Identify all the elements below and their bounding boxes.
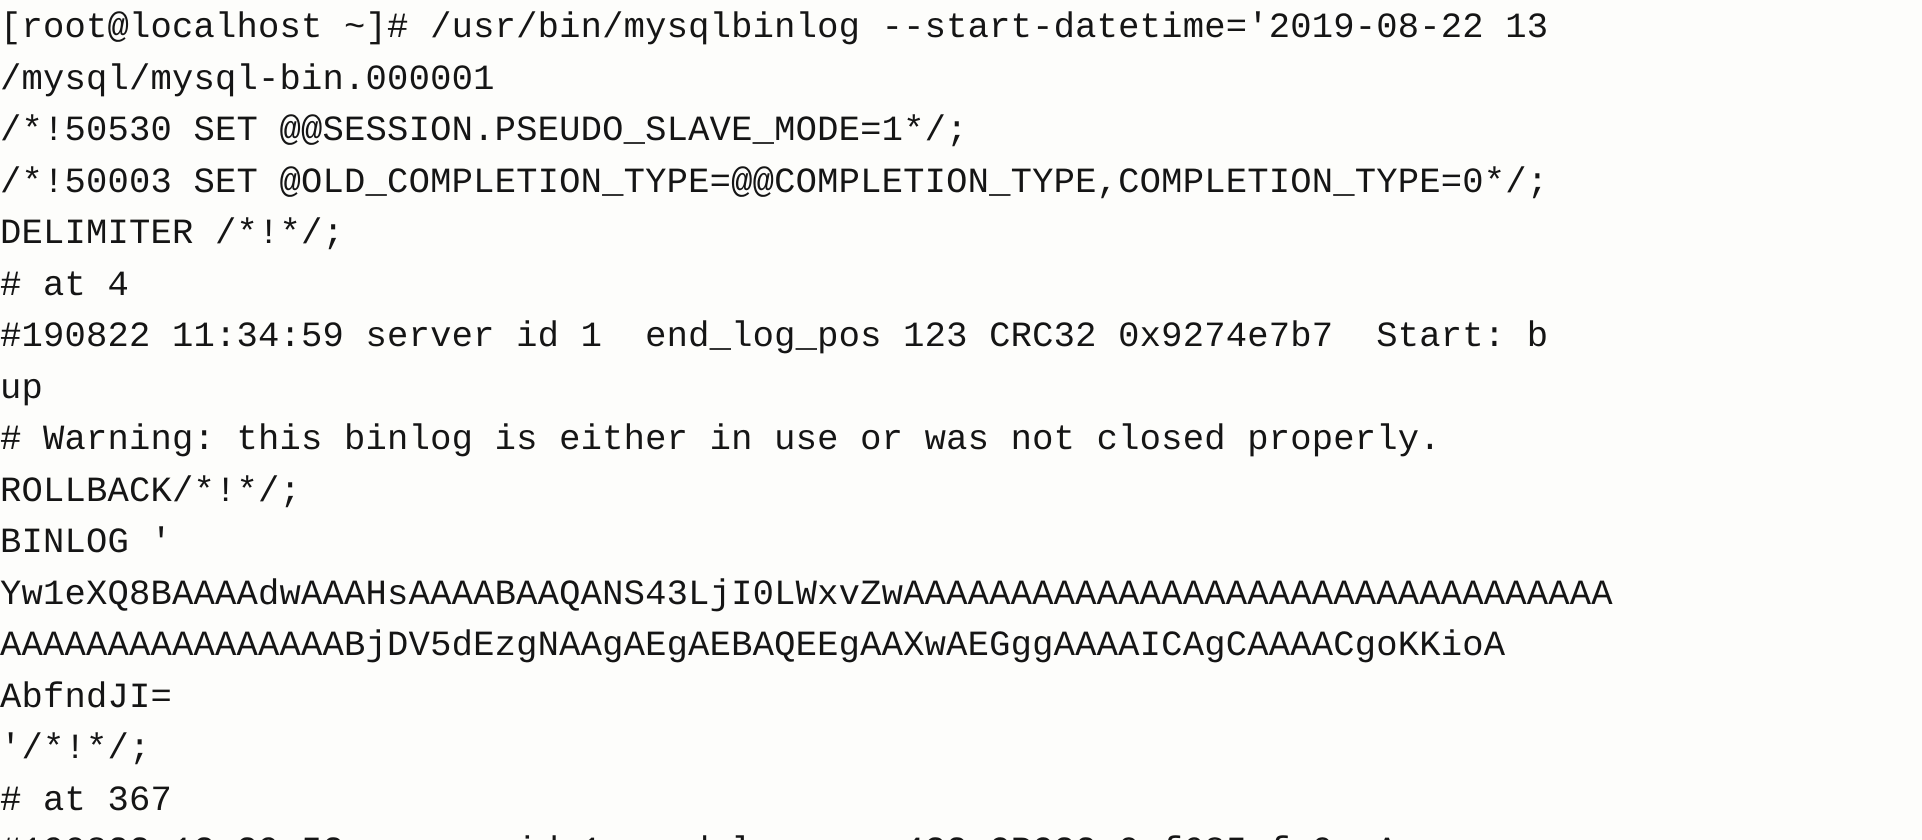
terminal-line: [root@localhost ~]# /usr/bin/mysqlbinlog… — [0, 7, 1549, 48]
terminal-line: BINLOG ' — [0, 522, 173, 563]
terminal-window[interactable]: [root@localhost ~]# /usr/bin/mysqlbinlog… — [0, 0, 1922, 840]
terminal-line: DELIMITER /*!*/; — [0, 213, 345, 254]
terminal-output: [root@localhost ~]# /usr/bin/mysqlbinlog… — [0, 2, 1922, 840]
terminal-line: up — [0, 367, 44, 409]
terminal-line: #190822 11:34:59 server id 1 end_log_pos… — [0, 316, 1549, 357]
terminal-line: # at 4 — [0, 264, 130, 306]
terminal-line: # Warning: this binlog is either in use … — [0, 419, 1441, 460]
terminal-line: AbfndJI= — [0, 676, 173, 718]
terminal-line: /*!50530 SET @@SESSION.PSEUDO_SLAVE_MODE… — [0, 110, 968, 151]
terminal-line: #190822 13:39:52 server id 1 end_log_pos… — [0, 826, 1922, 840]
terminal-line: '/*!*/; — [0, 728, 151, 769]
terminal-line: ROLLBACK/*!*/; — [0, 470, 302, 512]
terminal-line: /mysql/mysql-bin.000001 — [0, 58, 495, 100]
terminal-line: # at 367 — [0, 779, 173, 821]
terminal-line: Yw1eXQ8BAAAAdwAAAHsAAAABAAQANS43LjI0LWxv… — [0, 573, 1613, 615]
terminal-line: AAAAAAAAAAAAAAAABjDV5dEzgNAAgAEgAEBAQEEg… — [0, 625, 1506, 666]
terminal-line: /*!50003 SET @OLD_COMPLETION_TYPE=@@COMP… — [0, 161, 1549, 203]
